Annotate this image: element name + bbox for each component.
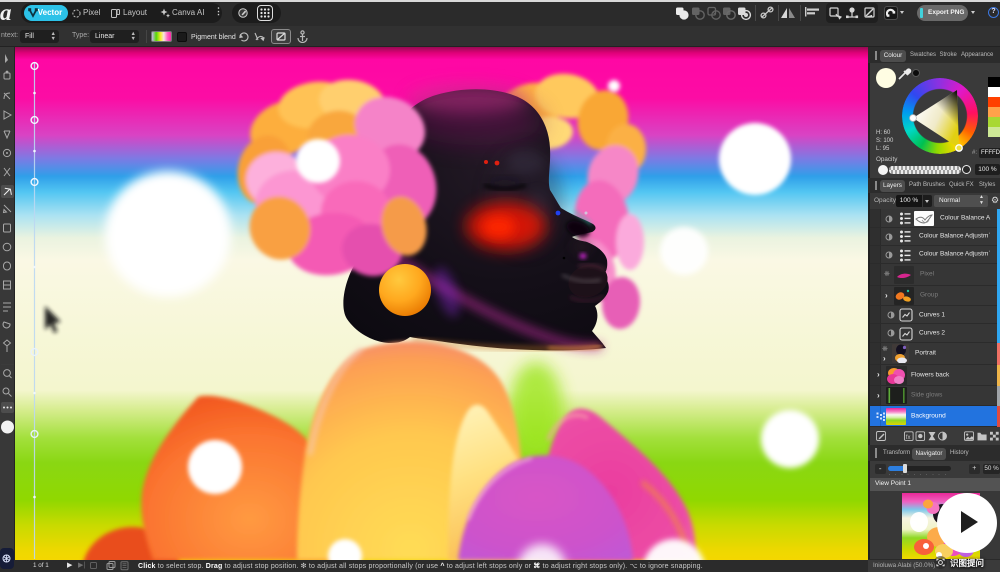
svg-text:fx: fx bbox=[906, 435, 911, 441]
